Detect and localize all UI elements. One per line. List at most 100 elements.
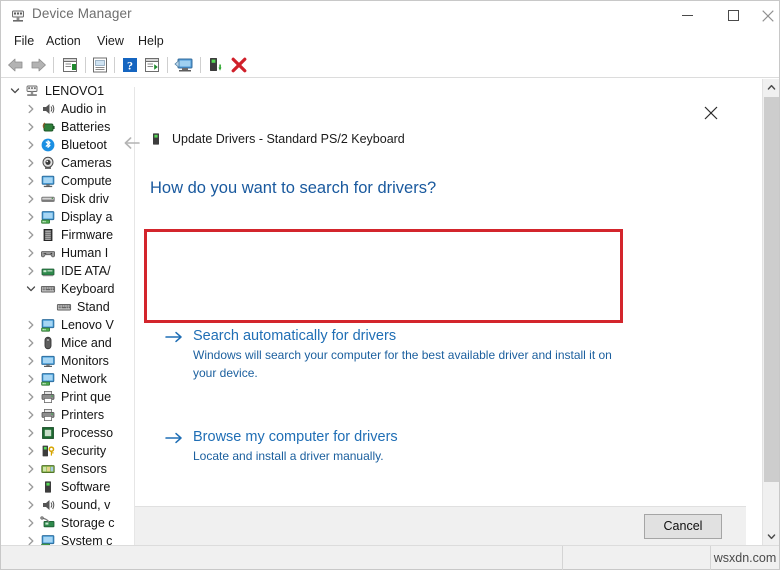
chevron-down-icon[interactable] xyxy=(7,83,23,99)
tree-item-label: IDE ATA/ xyxy=(61,262,111,280)
option-description: Locate and install a driver manually. xyxy=(193,449,384,463)
speaker-icon xyxy=(39,101,57,117)
option-title[interactable]: Search automatically for drivers xyxy=(193,328,396,344)
action-menu-icon[interactable] xyxy=(142,55,162,75)
tree-item-label: Lenovo V xyxy=(61,316,114,334)
menu-item-file[interactable]: File xyxy=(10,32,38,50)
tree-item-label: Mice and xyxy=(61,334,112,352)
chevron-right-icon[interactable] xyxy=(23,155,39,171)
menu-item-action[interactable]: Action xyxy=(42,32,85,50)
chevron-right-icon[interactable] xyxy=(23,335,39,351)
chevron-right-icon[interactable] xyxy=(23,209,39,225)
chevron-right-icon[interactable] xyxy=(23,497,39,513)
option-description: Windows will search your computer for th… xyxy=(193,348,612,380)
option-title[interactable]: Browse my computer for drivers xyxy=(193,429,398,445)
toolbar-separator xyxy=(53,57,54,73)
maximize-button[interactable] xyxy=(710,1,756,30)
chevron-right-icon[interactable] xyxy=(23,119,39,135)
chevron-right-icon[interactable] xyxy=(23,191,39,207)
menu-item-help[interactable]: Help xyxy=(134,32,168,50)
software-device-icon xyxy=(39,479,57,495)
keyboard-icon xyxy=(55,299,73,315)
update-driver-icon[interactable] xyxy=(206,55,226,75)
tree-item-label: Cameras xyxy=(61,154,112,172)
toolbar-separator xyxy=(167,57,168,73)
chevron-right-icon[interactable] xyxy=(23,353,39,369)
tree-item-label: Print que xyxy=(61,388,111,406)
tree-item-label: Stand xyxy=(77,298,110,316)
device-manager-icon xyxy=(10,8,26,24)
option-browse-my-computer[interactable]: Browse my computer for drivers Locate an… xyxy=(165,428,635,465)
tree-scrollbar[interactable] xyxy=(762,79,779,545)
sensor-icon xyxy=(39,461,57,477)
display-icon xyxy=(39,317,57,333)
scrollbar-thumb[interactable] xyxy=(764,97,779,482)
update-drivers-dialog: Update Drivers - Standard PS/2 Keyboard … xyxy=(134,87,746,546)
tree-item-label: Sound, v xyxy=(61,496,110,514)
disk-drive-icon xyxy=(39,191,57,207)
scroll-down-button[interactable] xyxy=(763,528,779,545)
toolbar: ? xyxy=(1,52,779,78)
chevron-right-icon[interactable] xyxy=(23,461,39,477)
properties-icon[interactable] xyxy=(90,55,110,75)
minimize-button[interactable] xyxy=(664,1,710,30)
dialog-close-icon[interactable] xyxy=(698,100,724,126)
close-button[interactable] xyxy=(756,1,780,30)
chevron-right-icon[interactable] xyxy=(23,227,39,243)
processor-icon xyxy=(39,425,57,441)
show-hide-console-tree-icon[interactable] xyxy=(60,55,80,75)
dialog-question: How do you want to search for drivers? xyxy=(150,179,436,198)
arrow-right-icon xyxy=(165,428,183,465)
status-main-panel xyxy=(1,546,563,570)
chevron-right-icon[interactable] xyxy=(23,479,39,495)
scan-hardware-changes-icon[interactable] xyxy=(173,55,193,75)
chevron-down-icon[interactable] xyxy=(23,281,39,297)
window-title: Device Manager xyxy=(32,6,132,21)
status-mid-panel xyxy=(563,546,711,570)
camera-icon xyxy=(39,155,57,171)
computer-icon xyxy=(23,83,41,99)
chevron-right-icon[interactable] xyxy=(23,173,39,189)
tree-item-label: Audio in xyxy=(61,100,106,118)
forward-arrow-icon[interactable] xyxy=(28,55,48,75)
tree-item-label: System c xyxy=(61,532,112,545)
menu-item-view[interactable]: View xyxy=(93,32,128,50)
tree-item-label: Bluetoot xyxy=(61,136,107,154)
toolbar-separator xyxy=(200,57,201,73)
chevron-right-icon[interactable] xyxy=(23,317,39,333)
keyboard-icon xyxy=(39,281,57,297)
help-icon[interactable]: ? xyxy=(120,55,140,75)
display-icon xyxy=(39,209,57,225)
back-arrow-icon[interactable] xyxy=(6,55,26,75)
tree-item-label: Network xyxy=(61,370,107,388)
hid-icon xyxy=(39,245,57,261)
chevron-right-icon[interactable] xyxy=(23,101,39,117)
tree-item-label: Batteries xyxy=(61,118,110,136)
scroll-up-button[interactable] xyxy=(763,79,779,96)
chevron-right-icon[interactable] xyxy=(23,425,39,441)
dialog-back-icon[interactable] xyxy=(121,131,145,155)
tree-item-label: Display a xyxy=(61,208,112,226)
uninstall-device-icon[interactable] xyxy=(229,55,249,75)
storage-controller-icon xyxy=(39,515,57,531)
menu-bar: File Action View Help xyxy=(1,30,779,52)
device-manager-window: Device Manager File Action View Help xyxy=(0,0,780,570)
chevron-right-icon[interactable] xyxy=(23,407,39,423)
chevron-right-icon[interactable] xyxy=(23,263,39,279)
dialog-header: Update Drivers - Standard PS/2 Keyboard xyxy=(148,131,405,147)
cancel-button[interactable]: Cancel xyxy=(644,514,722,539)
chevron-right-icon[interactable] xyxy=(23,515,39,531)
chevron-right-icon[interactable] xyxy=(23,443,39,459)
tree-item-label: Printers xyxy=(61,406,104,424)
ide-controller-icon xyxy=(39,263,57,279)
chevron-right-icon[interactable] xyxy=(23,533,39,545)
chevron-right-icon[interactable] xyxy=(23,245,39,261)
chevron-right-icon[interactable] xyxy=(23,137,39,153)
chevron-right-icon[interactable] xyxy=(23,389,39,405)
mouse-icon xyxy=(39,335,57,351)
firmware-icon xyxy=(39,227,57,243)
chevron-right-icon[interactable] xyxy=(23,371,39,387)
security-device-icon xyxy=(39,443,57,459)
option-search-automatically[interactable]: Search automatically for drivers Windows… xyxy=(165,327,635,382)
network-icon xyxy=(39,371,57,387)
